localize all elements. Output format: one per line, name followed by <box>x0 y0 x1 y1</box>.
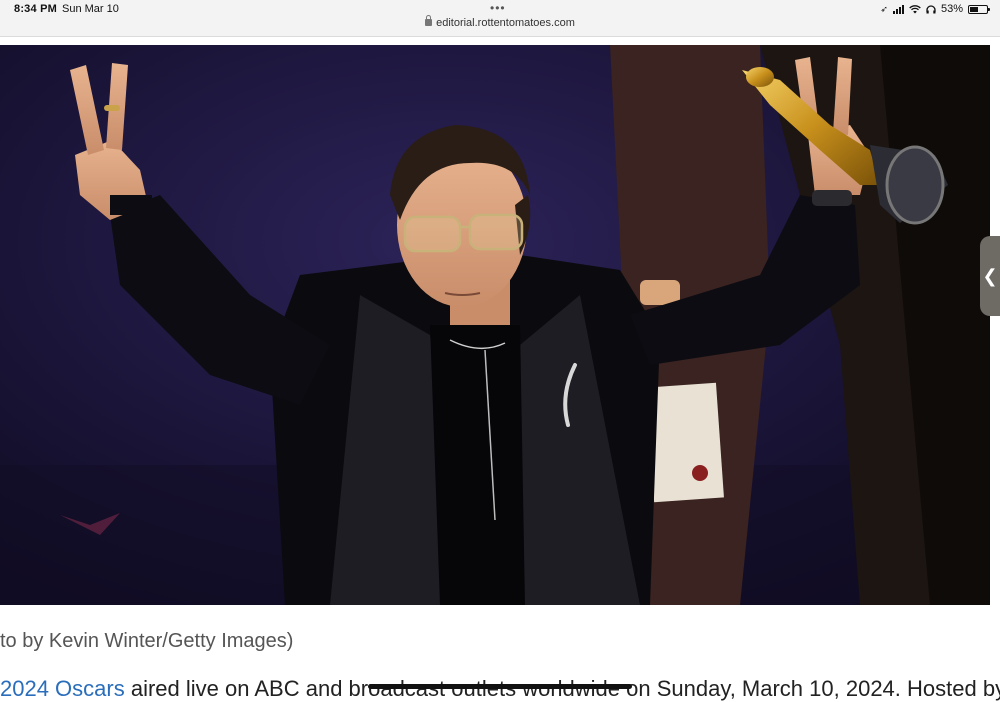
envelope <box>646 382 724 503</box>
battery-icon <box>968 4 990 14</box>
photo-caption: to by Kevin Winter/Getty Images) <box>0 630 294 652</box>
cellular-signal-icon <box>892 4 904 14</box>
lock-icon <box>425 15 433 26</box>
wifi-icon <box>909 4 921 13</box>
hero-photo <box>0 45 990 605</box>
battery-fill <box>970 6 979 12</box>
oscars-2024-link[interactable]: 2024 Oscars <box>0 676 125 701</box>
chevron-left-icon: ❮ <box>982 265 998 286</box>
article-paragraph: 2024 Oscars aired live on ABC and broadc… <box>0 676 1000 702</box>
url-text: editorial.rottentomatoes.com <box>436 17 575 29</box>
status-date: Sun Mar 10 <box>62 3 119 15</box>
status-time: 8:34 PM <box>14 3 57 15</box>
location-icon: ➶ <box>880 3 888 14</box>
status-indicators: ➶ 53% <box>880 2 990 16</box>
home-indicator[interactable] <box>368 684 632 689</box>
side-panel-handle[interactable]: ❮ <box>980 236 1000 316</box>
hero-photo-illustration <box>0 45 990 605</box>
address-bar[interactable]: editorial.rottentomatoes.com <box>0 15 1000 29</box>
battery-percent: 53% <box>940 3 963 15</box>
headphones-icon <box>926 4 936 13</box>
multitask-menu-icon[interactable]: ••• <box>490 2 506 14</box>
status-bar: 8:34 PM Sun Mar 10 ••• editorial.rottent… <box>0 0 1000 37</box>
